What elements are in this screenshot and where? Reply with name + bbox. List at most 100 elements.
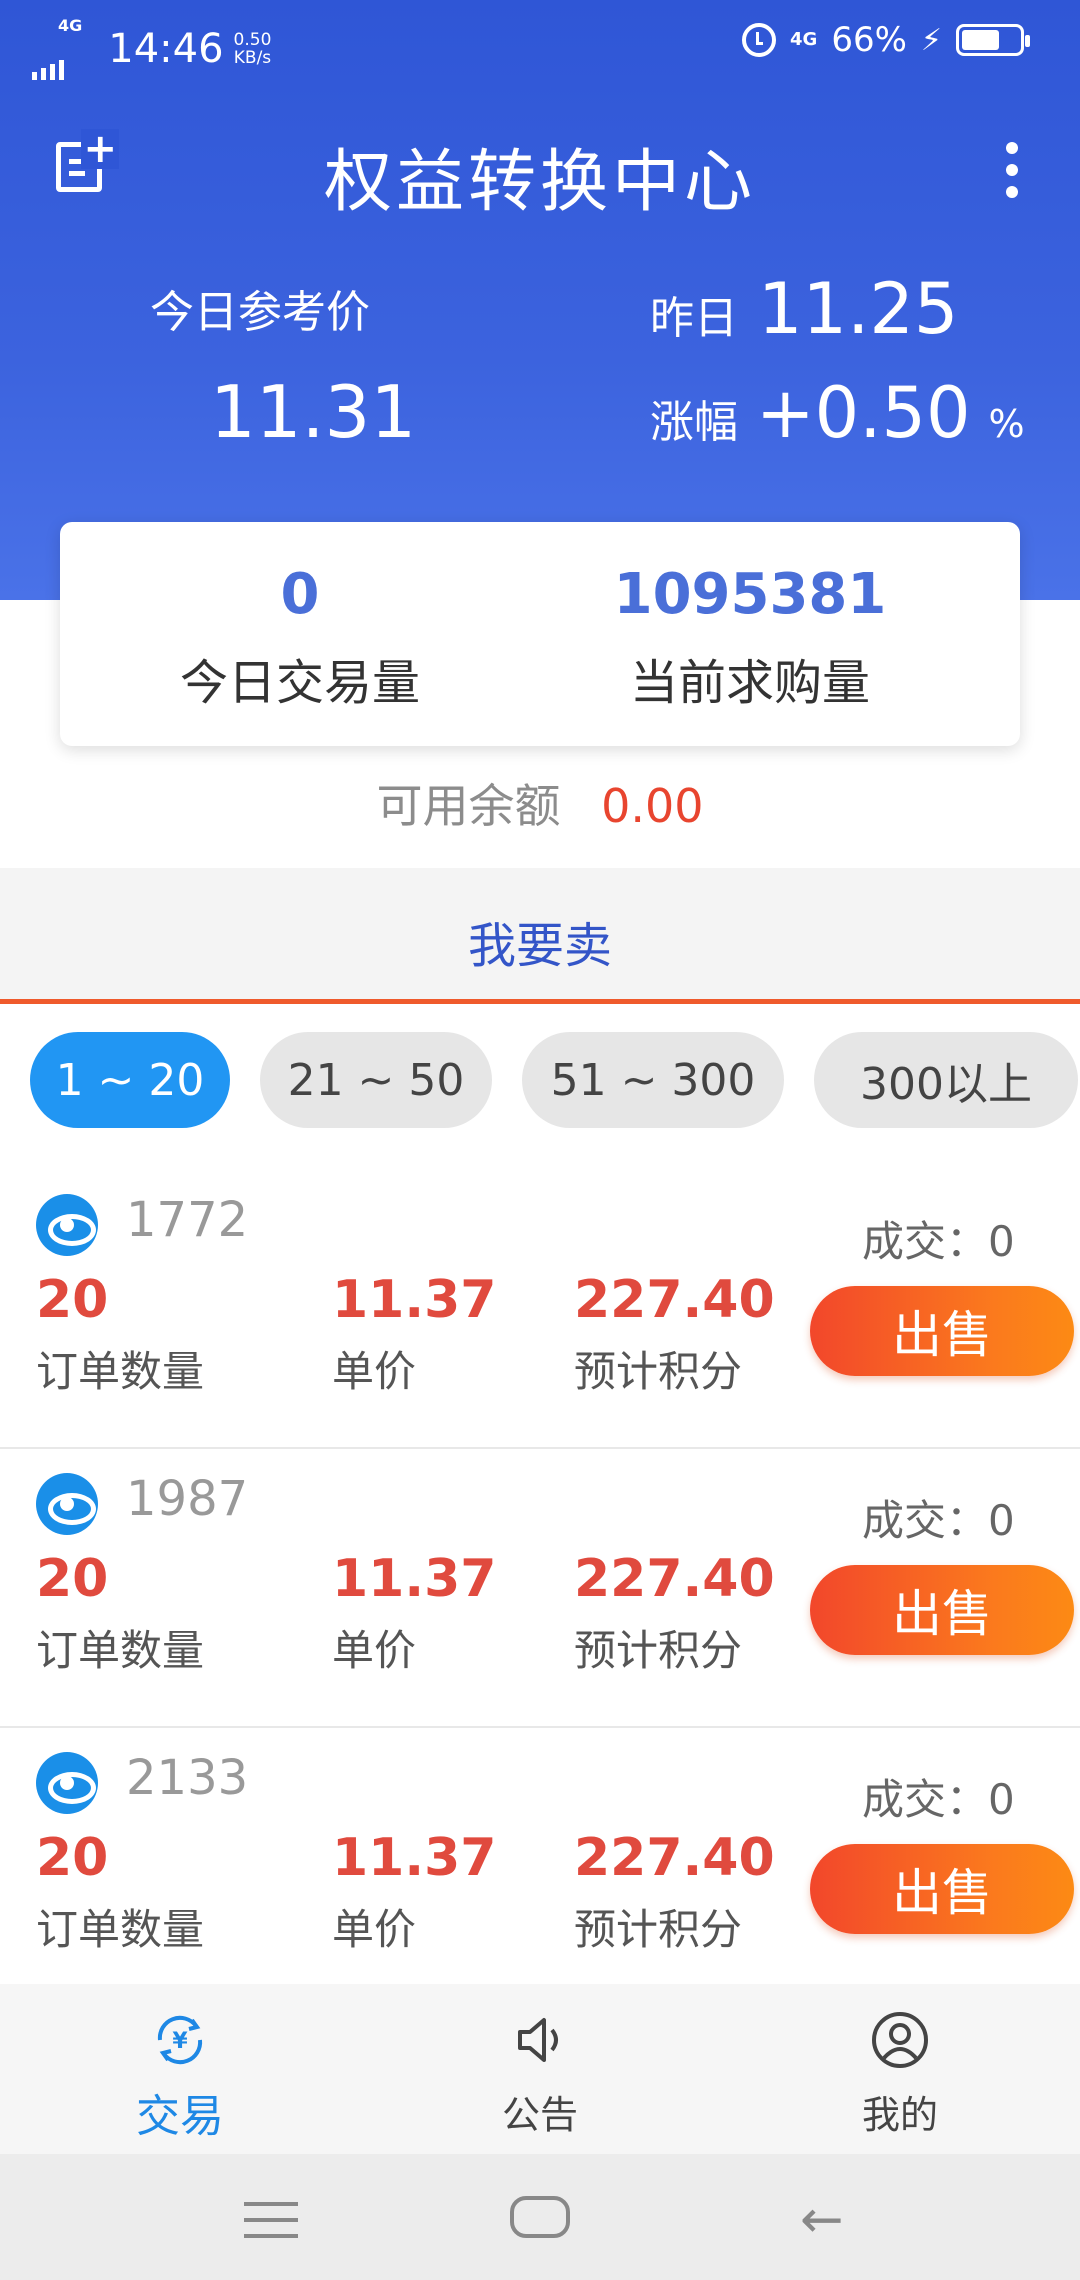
sell-button[interactable]: 出售 [810, 1844, 1074, 1934]
nav-announcement-label: 公告 [501, 2093, 578, 2137]
order-price-label: 单价 [332, 1905, 417, 1954]
order-id: 1987 [126, 1471, 249, 1527]
order-qty-label: 订单数量 [36, 1347, 205, 1396]
order-deal-count: 成交：0 [862, 1775, 1015, 1824]
battery-icon [956, 24, 1030, 56]
signal-icon [32, 60, 82, 80]
order-row: 1987 成交：0 20 订单数量 11.37 单价 227.40 预计积分 出… [0, 1449, 1080, 1728]
home-icon[interactable] [510, 2196, 570, 2238]
clock: 14:46 [108, 26, 224, 72]
speed-unit: KB/s [233, 48, 272, 68]
yesterday-price: 昨日 11.25 [650, 268, 958, 350]
sell-button[interactable]: 出售 [810, 1286, 1074, 1376]
order-deal-count: 成交：0 [862, 1496, 1015, 1545]
order-price-label: 单价 [332, 1626, 417, 1675]
nav-trade-label: 交易 [136, 2091, 224, 2142]
nav-profile-label: 我的 [861, 2093, 938, 2137]
network-type: 4G [58, 16, 83, 35]
order-qty: 20 订单数量 [36, 1549, 204, 1678]
order-price: 11.37 单价 [332, 1549, 496, 1678]
yesterday-label: 昨日 [650, 293, 738, 344]
buy-volume-label: 当前求购量 [629, 655, 870, 711]
order-points: 227.40 预计积分 [574, 1828, 775, 1957]
order-price-value: 11.37 [332, 1270, 497, 1330]
change-label: 涨幅 [650, 397, 738, 448]
page-title: 权益转换中心 [323, 143, 756, 222]
app-bar: + 权益转换中心 [0, 96, 1080, 222]
speaker-icon [518, 2018, 558, 2062]
order-list: 1772 成交：0 20 订单数量 11.37 单价 227.40 预计积分 出… [0, 1170, 1080, 2007]
order-points-label: 预计积分 [574, 1905, 743, 1954]
order-price-value: 11.37 [332, 1828, 497, 1888]
today-price-value: 11.31 [210, 370, 417, 454]
network-speed: 0.50 KB/s [234, 31, 272, 67]
nav-profile[interactable]: 我的 [720, 1984, 1080, 2154]
tab-indicator [0, 999, 1080, 1004]
order-points: 227.40 预计积分 [574, 1549, 775, 1678]
charging-icon: ⚡ [920, 22, 942, 58]
today-volume-value: 0 [280, 562, 320, 627]
order-qty-value: 20 [36, 1549, 109, 1609]
balance-label: 可用余额 [376, 779, 561, 833]
range-chip-1-20[interactable]: 1 ~ 20 [30, 1032, 230, 1128]
tab-sell[interactable]: 我要卖 [0, 906, 1080, 976]
today-volume: 0 今日交易量 [60, 562, 540, 713]
nav-trade[interactable]: ¥ 交易 [0, 1984, 360, 2154]
more-menu-icon[interactable] [1006, 142, 1018, 198]
speed-value: 0.50 [233, 30, 272, 50]
order-price-label: 单价 [332, 1347, 417, 1396]
order-qty-value: 20 [36, 1270, 109, 1330]
order-points-value: 227.40 [574, 1549, 775, 1609]
order-points: 227.40 预计积分 [574, 1270, 775, 1399]
available-balance: 可用余额 0.00 [0, 770, 1080, 836]
order-qty: 20 订单数量 [36, 1828, 204, 1957]
order-points-value: 227.40 [574, 1270, 775, 1330]
order-price: 11.37 单价 [332, 1270, 496, 1399]
eye-logo-icon [36, 1752, 98, 1814]
range-chip-51-300[interactable]: 51 ~ 300 [522, 1032, 784, 1128]
order-row: 1772 成交：0 20 订单数量 11.37 单价 227.40 预计积分 出… [0, 1170, 1080, 1449]
network-type-right: 4G [790, 29, 818, 50]
order-price: 11.37 单价 [332, 1828, 496, 1957]
order-qty: 20 订单数量 [36, 1270, 204, 1399]
volume-card: 0 今日交易量 1095381 当前求购量 [60, 522, 1020, 746]
yen-exchange-icon: ¥ [157, 2015, 203, 2065]
range-chip-21-50[interactable]: 21 ~ 50 [260, 1032, 492, 1128]
order-deal-count: 成交：0 [862, 1217, 1015, 1266]
system-navigation: ← [0, 2154, 1080, 2280]
battery-percent: 66% [831, 20, 907, 60]
today-volume-label: 今日交易量 [179, 655, 420, 711]
order-id: 2133 [126, 1750, 249, 1806]
yesterday-value: 11.25 [758, 268, 959, 350]
eye-logo-icon [36, 1473, 98, 1535]
price-change: 涨幅 +0.50 % [650, 372, 1025, 454]
order-points-label: 预计积分 [574, 1626, 743, 1675]
buy-volume-value: 1095381 [613, 562, 887, 627]
eye-logo-icon [36, 1194, 98, 1256]
order-qty-value: 20 [36, 1828, 109, 1888]
alarm-icon [742, 23, 777, 57]
change-unit: % [988, 402, 1025, 446]
status-left: 4G 14:46 0.50 KB/s [32, 16, 272, 80]
order-qty-label: 订单数量 [36, 1905, 205, 1954]
order-row: 2133 成交：0 20 订单数量 11.37 单价 227.40 预计积分 出… [0, 1728, 1080, 2007]
status-bar: 4G 14:46 0.50 KB/s 4G 66% ⚡ [0, 0, 1080, 84]
nav-announcement[interactable]: 公告 [360, 1984, 720, 2154]
order-points-value: 227.40 [574, 1828, 775, 1888]
status-right: 4G 66% ⚡ [742, 20, 1030, 60]
balance-value: 0.00 [601, 779, 704, 833]
order-points-label: 预计积分 [574, 1347, 743, 1396]
change-value: +0.50 [756, 372, 971, 454]
order-qty-label: 订单数量 [36, 1626, 205, 1675]
menu-icon[interactable] [244, 2202, 298, 2238]
range-filter: 1 ~ 20 21 ~ 50 51 ~ 300 300以上 [30, 1032, 1078, 1128]
order-price-value: 11.37 [332, 1549, 497, 1609]
back-icon[interactable]: ← [800, 2194, 844, 2246]
sell-button[interactable]: 出售 [810, 1565, 1074, 1655]
tab-bar: 我要卖 [0, 868, 1080, 1004]
today-price-label: 今日参考价 [150, 287, 370, 338]
range-chip-300-plus[interactable]: 300以上 [814, 1032, 1078, 1128]
buy-volume: 1095381 当前求购量 [510, 562, 990, 713]
bottom-navigation: ¥ 交易 公告 我的 [0, 1984, 1080, 2154]
svg-text:¥: ¥ [172, 2029, 188, 2054]
